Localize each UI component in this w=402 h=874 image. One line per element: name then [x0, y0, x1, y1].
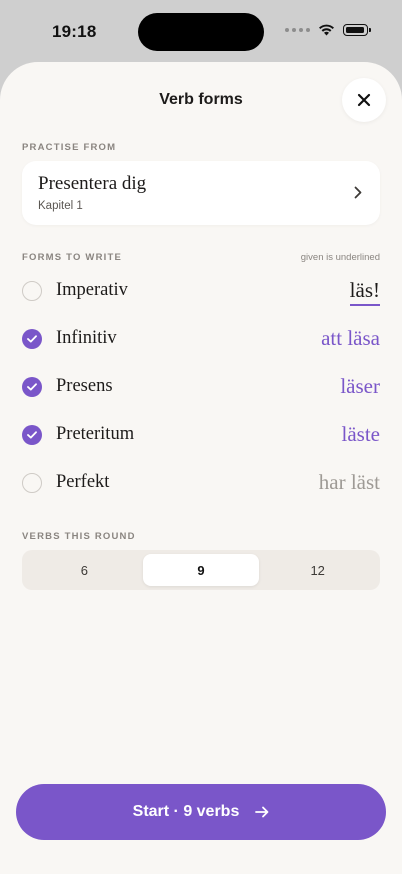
start-button[interactable]: Start · 9 verbs [16, 784, 386, 840]
close-icon [357, 93, 371, 107]
signal-icon [285, 28, 310, 32]
status-bar: 19:18 [0, 0, 402, 62]
form-value: har läst [318, 470, 380, 494]
form-name: Presens [56, 376, 113, 396]
form-row-presens[interactable]: Presens läser [22, 363, 380, 411]
status-time: 19:18 [52, 22, 97, 41]
verbs-option-6[interactable]: 6 [26, 554, 143, 586]
form-name: Perfekt [56, 472, 110, 492]
verbs-count-selector: 6 9 12 [22, 550, 380, 590]
source-card[interactable]: Presentera dig Kapitel 1 [22, 161, 380, 225]
practise-from-label: PRACTISE FROM [22, 142, 117, 153]
form-row-infinitiv[interactable]: Infinitiv att läsa [22, 315, 380, 363]
form-value: läser [340, 374, 380, 398]
chevron-right-icon [354, 186, 362, 199]
checkmark-icon [27, 431, 37, 439]
start-button-label: Start · 9 verbs [132, 803, 240, 820]
source-title: Presentera dig [38, 173, 147, 194]
battery-icon [343, 24, 371, 36]
arrow-right-icon [255, 806, 269, 818]
form-checkbox[interactable] [22, 281, 42, 301]
form-value: läste [341, 422, 380, 446]
form-row-perfekt[interactable]: Perfekt har läst [22, 459, 380, 507]
forms-label: FORMS TO WRITE [22, 252, 123, 263]
verb-forms-sheet: Verb forms PRACTISE FROM Presentera dig … [0, 62, 402, 874]
wifi-icon [319, 24, 334, 36]
form-value: att läsa [321, 326, 380, 350]
checkmark-icon [27, 383, 37, 391]
verbs-round-label: VERBS THIS ROUND [22, 531, 136, 542]
form-row-imperativ[interactable]: Imperativ läs! [22, 267, 380, 315]
source-subtitle: Kapitel 1 [38, 200, 83, 212]
form-checkbox[interactable] [22, 473, 42, 493]
close-button[interactable] [342, 78, 386, 122]
dynamic-island [138, 13, 264, 51]
checkmark-icon [27, 335, 37, 343]
form-checkbox[interactable] [22, 329, 42, 349]
form-value: läs! [349, 278, 380, 306]
form-name: Preteritum [56, 424, 135, 444]
form-name: Infinitiv [56, 328, 117, 348]
form-name: Imperativ [56, 280, 128, 300]
verbs-option-9[interactable]: 9 [142, 554, 260, 586]
status-icons [285, 24, 371, 36]
forms-hint: given is underlined [300, 252, 380, 263]
verbs-option-12[interactable]: 12 [259, 554, 376, 586]
form-row-preteritum[interactable]: Preteritum läste [22, 411, 380, 459]
form-checkbox[interactable] [22, 377, 42, 397]
form-checkbox[interactable] [22, 425, 42, 445]
